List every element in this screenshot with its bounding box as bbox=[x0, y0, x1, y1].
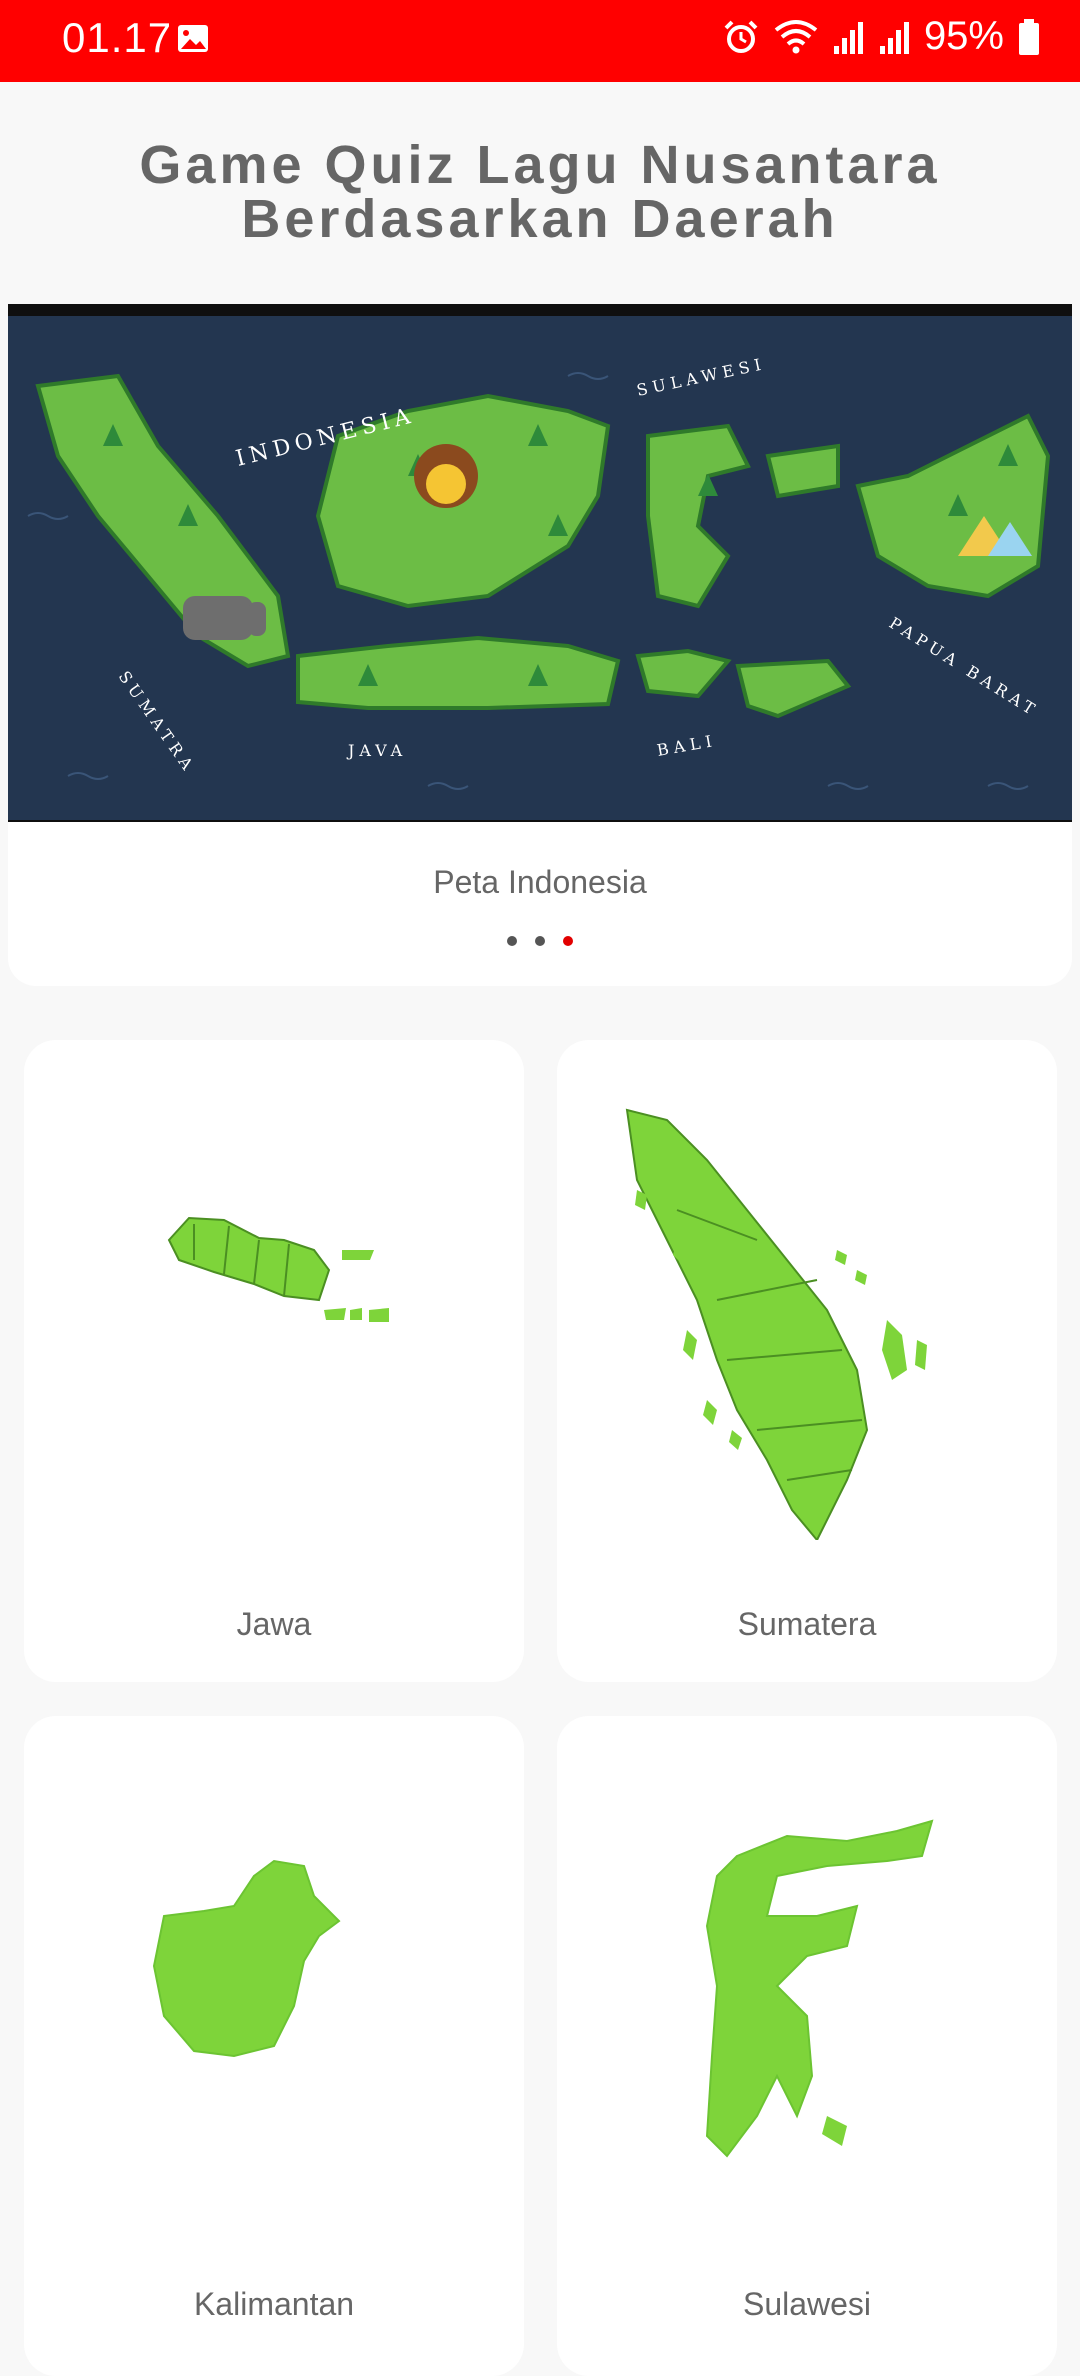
alarm-icon bbox=[724, 20, 758, 53]
jawa-map-icon bbox=[167, 1216, 389, 1322]
signal-icon bbox=[879, 21, 909, 54]
region-label-jawa: Jawa bbox=[236, 1606, 312, 1642]
indonesia-map-illustration: INDONESIA SUMATRA JAVA SULAWESI BALI PAP… bbox=[8, 316, 1072, 820]
region-card-sumatera[interactable]: Sumatera bbox=[557, 1040, 1057, 1682]
title-line-1: Game Quiz Lagu Nusantara bbox=[139, 135, 941, 195]
app-header: Game Quiz Lagu Nusantara Berdasarkan Dae… bbox=[0, 82, 1080, 302]
carousel-dot-1[interactable] bbox=[507, 936, 517, 946]
carousel-dot-3-active[interactable] bbox=[563, 936, 573, 946]
signal-icon bbox=[833, 21, 863, 54]
wifi-icon bbox=[774, 19, 818, 53]
gallery-icon bbox=[178, 25, 208, 52]
status-bar: 01.17 95% bbox=[0, 0, 1080, 82]
carousel[interactable]: INDONESIA SUMATRA JAVA SULAWESI BALI PAP… bbox=[8, 304, 1072, 986]
battery-icon bbox=[1019, 18, 1039, 55]
region-card-kalimantan[interactable]: Kalimantan bbox=[24, 1716, 524, 2376]
region-label-kalimantan: Kalimantan bbox=[193, 2286, 355, 2322]
title-line-2: Berdasarkan Daerah bbox=[241, 189, 839, 249]
sumatera-map-icon bbox=[625, 1108, 927, 1540]
map-label-java: JAVA bbox=[346, 741, 407, 760]
kalimantan-map-icon bbox=[152, 1859, 341, 2058]
region-card-jawa[interactable]: Jawa bbox=[24, 1040, 524, 1682]
region-label-sulawesi: Sulawesi bbox=[742, 2286, 872, 2322]
carousel-caption: Peta Indonesia bbox=[433, 864, 647, 900]
carousel-indicator[interactable] bbox=[8, 936, 1072, 946]
region-label-sumatera: Sumatera bbox=[737, 1606, 877, 1642]
battery-percent: 95% bbox=[923, 14, 1004, 58]
sulawesi-map-icon bbox=[705, 1819, 934, 2158]
status-right-icons: 95% bbox=[722, 14, 1040, 59]
indonesia-map-banner[interactable]: INDONESIA SUMATRA JAVA SULAWESI BALI PAP… bbox=[8, 304, 1072, 822]
status-time: 01.17 bbox=[62, 14, 173, 61]
carousel-dot-2[interactable] bbox=[535, 936, 545, 946]
page-title: Game Quiz Lagu Nusantara Berdasarkan Dae… bbox=[139, 138, 940, 246]
region-card-sulawesi[interactable]: Sulawesi bbox=[557, 1716, 1057, 2376]
